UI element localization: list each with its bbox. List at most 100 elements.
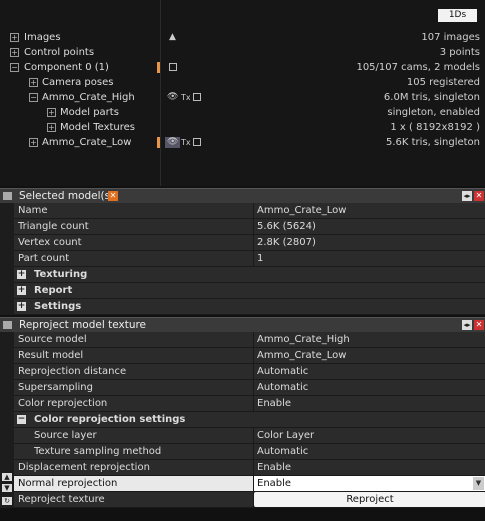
section-label: Texturing <box>34 269 88 280</box>
normal-reprojection-select[interactable]: Enable ▼ <box>253 476 485 491</box>
prop-row-reproject-texture[interactable]: Reproject texture Reproject <box>14 492 485 508</box>
prop-row-texture-sampling-method[interactable]: Texture sampling method Automatic <box>14 444 485 460</box>
expand-icon[interactable]: + <box>10 48 19 57</box>
prop-value[interactable]: Ammo_Crate_Low <box>253 348 485 363</box>
reproject-button[interactable]: Reproject <box>254 492 485 507</box>
tree-item-control-points[interactable]: + Control points 3 points <box>0 45 485 60</box>
prop-row-triangle-count[interactable]: Triangle count 5.6K (5624) <box>14 219 485 235</box>
dock-icon[interactable]: ◂▸ <box>462 191 472 201</box>
view-badge[interactable]: 1Ds <box>438 9 477 22</box>
tree-item-value: 105/107 cams, 2 models <box>356 62 480 73</box>
texture-icon[interactable]: Tx <box>181 137 191 148</box>
prop-key: Texture sampling method <box>34 446 162 457</box>
move-down-icon[interactable]: ▼ <box>2 484 12 492</box>
prop-value: 1 <box>253 251 485 266</box>
tree-item-ammo-crate-low[interactable]: + Ammo_Crate_Low 👁 Tx 5.6K tris, singlet… <box>0 135 485 150</box>
minimize-icon[interactable] <box>3 321 12 329</box>
expand-icon[interactable]: + <box>10 33 19 42</box>
texture-icon[interactable]: Tx <box>181 92 191 103</box>
prop-key: Reproject texture <box>18 494 105 505</box>
tree-item-images[interactable]: + Images ▲ 107 images <box>0 30 485 45</box>
prop-key: Source layer <box>34 430 97 441</box>
tree-item-model-textures[interactable]: + Model Textures 1 x ( 8192x8192 ) <box>0 120 485 135</box>
dock-icon[interactable]: ◂▸ <box>462 320 472 330</box>
collapse-icon[interactable]: − <box>17 415 26 424</box>
prop-value[interactable]: Automatic <box>253 444 485 459</box>
prop-key: Vertex count <box>18 237 82 248</box>
tree-item-model-parts[interactable]: + Model parts singleton, enabled <box>0 105 485 120</box>
prop-row-source-layer[interactable]: Source layer Color Layer <box>14 428 485 444</box>
prop-value[interactable]: Ammo_Crate_High <box>253 332 485 347</box>
tree-item-value: 107 images <box>421 32 480 43</box>
tree-item-label: Control points <box>24 47 95 58</box>
close-icon[interactable]: ✕ <box>474 191 484 201</box>
active-marker <box>157 62 160 73</box>
tree-item-value: 3 points <box>439 47 480 58</box>
prop-key: Result model <box>18 350 84 361</box>
prop-row-normal-reprojection[interactable]: Normal reprojection Enable ▼ <box>14 476 485 492</box>
frame-icon[interactable] <box>169 62 177 73</box>
expand-icon[interactable]: + <box>29 78 38 87</box>
tree-item-label: Ammo_Crate_Low <box>42 137 132 148</box>
eye-icon[interactable]: 👁 <box>165 137 181 148</box>
tree-item-component[interactable]: − Component 0 (1) 105/107 cams, 2 models <box>0 60 485 75</box>
reset-icon[interactable]: ↻ <box>2 497 12 505</box>
reproject-button-cell: Reproject <box>253 492 485 507</box>
prop-row-vertex-count[interactable]: Vertex count 2.8K (2807) <box>14 235 485 251</box>
expand-icon[interactable]: + <box>17 270 26 279</box>
tree-item-value: singleton, enabled <box>387 107 480 118</box>
prop-row-part-count[interactable]: Part count 1 <box>14 251 485 267</box>
eye-icon[interactable]: 👁 <box>167 92 178 103</box>
chevron-down-icon[interactable]: ▼ <box>473 477 484 490</box>
prop-row-reprojection-distance[interactable]: Reprojection distance Automatic <box>14 364 485 380</box>
section-settings[interactable]: + Settings <box>14 299 485 315</box>
frame-icon[interactable] <box>193 137 201 148</box>
section-color-reprojection-settings[interactable]: − Color reprojection settings <box>14 412 485 428</box>
tree-item-ammo-crate-high[interactable]: − Ammo_Crate_High 👁 Tx 6.0M tris, single… <box>0 90 485 105</box>
selected-model-panel-header[interactable]: Selected model(s) ✕ ◂▸ ✕ <box>0 188 485 203</box>
tree-item-camera-poses[interactable]: + Camera poses 105 registered <box>0 75 485 90</box>
prop-row-displacement-reprojection[interactable]: Displacement reprojection Enable <box>14 460 485 476</box>
prop-key: Displacement reprojection <box>18 462 150 473</box>
tree-item-label: Ammo_Crate_High <box>42 92 135 103</box>
panel-gutter <box>0 203 14 315</box>
expand-icon[interactable]: + <box>17 302 26 311</box>
reproject-panel-header[interactable]: Reproject model texture ◂▸ ✕ <box>0 317 485 332</box>
expand-icon[interactable]: + <box>47 108 56 117</box>
prop-key: Name <box>18 205 48 216</box>
tree-item-label: Images <box>24 32 61 43</box>
prop-value[interactable]: Color Layer <box>253 428 485 443</box>
prop-row-name[interactable]: Name Ammo_Crate_Low <box>14 203 485 219</box>
tree-item-value: 6.0M tris, singleton <box>383 92 480 103</box>
warning-icon: ▲ <box>169 32 176 42</box>
collapse-icon[interactable]: − <box>10 63 19 72</box>
prop-value[interactable]: Enable <box>253 396 485 411</box>
prop-key: Normal reprojection <box>18 478 118 489</box>
section-report[interactable]: + Report <box>14 283 485 299</box>
prop-row-source-model[interactable]: Source model Ammo_Crate_High <box>14 332 485 348</box>
close-icon[interactable]: ✕ <box>474 320 484 330</box>
prop-key: Reprojection distance <box>18 366 127 377</box>
prop-value: 2.8K (2807) <box>253 235 485 250</box>
prop-row-supersampling[interactable]: Supersampling Automatic <box>14 380 485 396</box>
prop-value[interactable]: Ammo_Crate_Low <box>253 203 485 218</box>
prop-row-result-model[interactable]: Result model Ammo_Crate_Low <box>14 348 485 364</box>
tree-item-value: 5.6K tris, singleton <box>386 137 480 148</box>
close-icon[interactable]: ✕ <box>108 191 118 201</box>
prop-value[interactable]: Automatic <box>253 364 485 379</box>
prop-value[interactable]: Enable <box>253 460 485 475</box>
expand-icon[interactable]: + <box>17 286 26 295</box>
panel-title: Selected model(s) <box>19 190 115 202</box>
expand-icon[interactable]: + <box>29 138 38 147</box>
expand-icon[interactable]: + <box>47 123 56 132</box>
prop-key: Color reprojection <box>18 398 108 409</box>
move-up-icon[interactable]: ▲ <box>2 473 12 481</box>
prop-value[interactable]: Automatic <box>253 380 485 395</box>
frame-icon[interactable] <box>193 92 201 103</box>
collapse-icon[interactable]: − <box>29 93 38 102</box>
prop-key: Triangle count <box>18 221 89 232</box>
prop-row-color-reprojection[interactable]: Color reprojection Enable <box>14 396 485 412</box>
tree-item-label: Component 0 (1) <box>24 62 109 73</box>
minimize-icon[interactable] <box>3 192 12 200</box>
section-texturing[interactable]: + Texturing <box>14 267 485 283</box>
